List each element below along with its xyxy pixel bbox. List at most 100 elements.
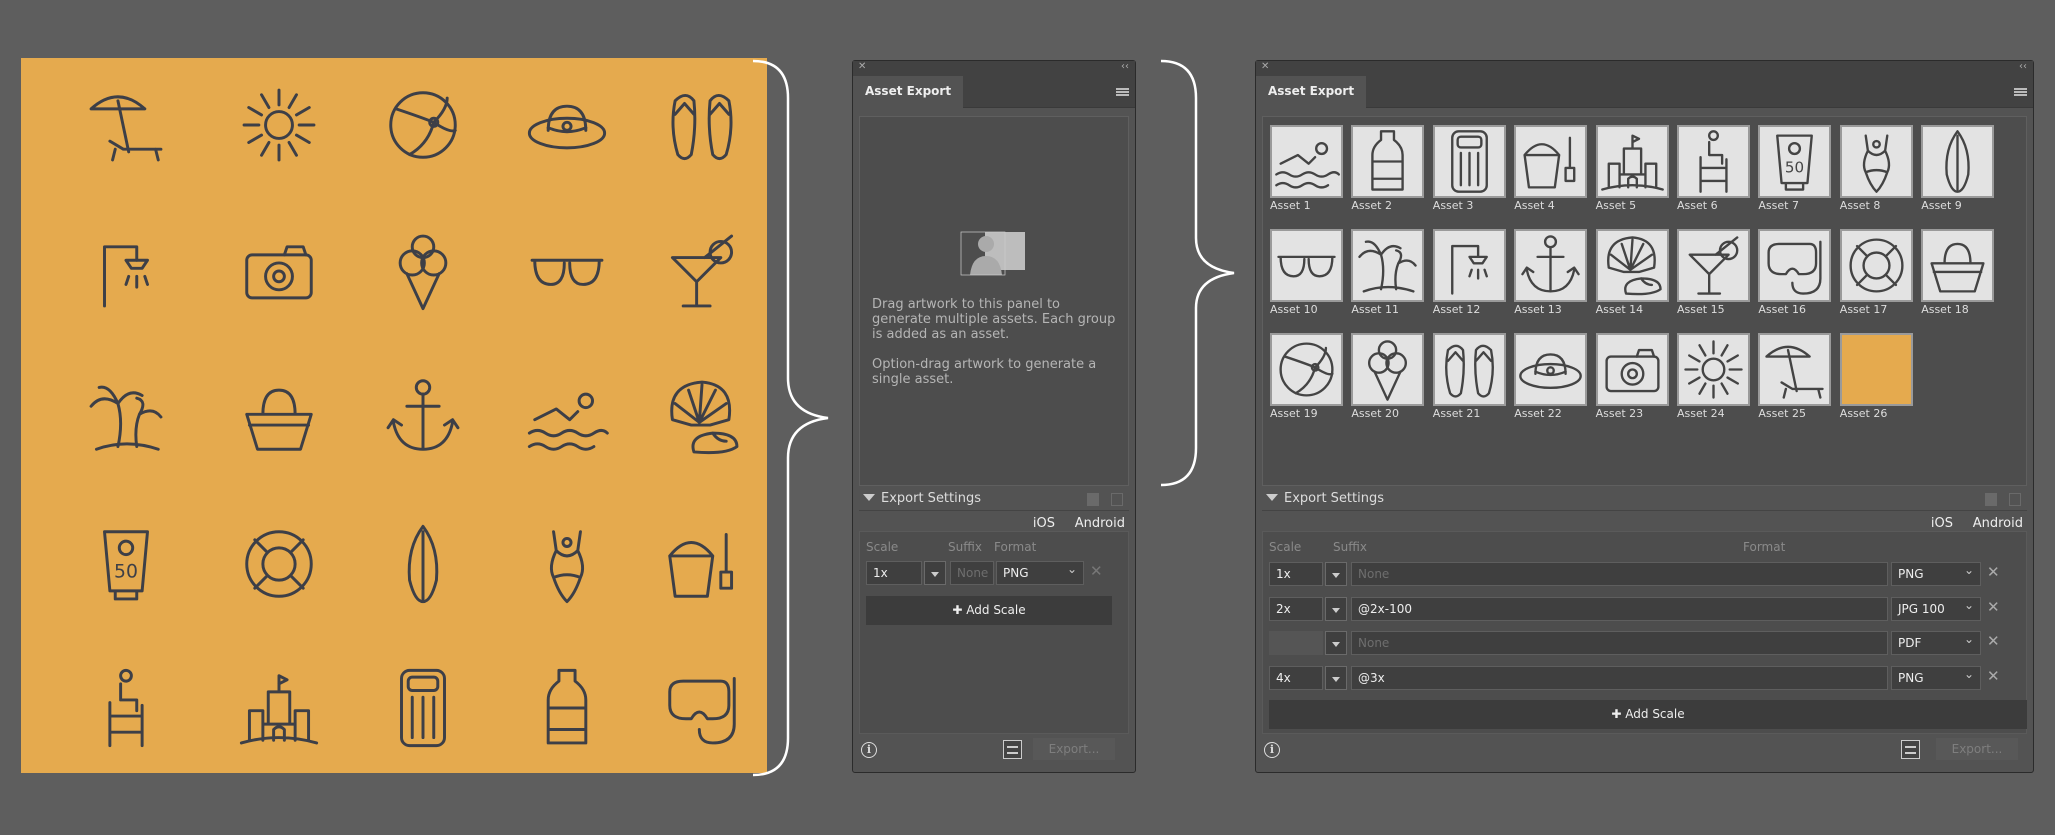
suffix-input[interactable]: @2x-100 [1351,596,1888,621]
ios-button[interactable]: iOS [1931,516,1953,531]
scale-dropdown[interactable] [924,561,946,585]
export-button[interactable]: Export... [1936,738,2018,760]
tab-asset-export[interactable]: Asset Export [853,76,964,108]
asset-thumbnail[interactable]: Asset 17 [1839,229,1913,316]
asset-thumbnail[interactable]: Asset 21 [1432,333,1506,420]
asset-thumbnail[interactable]: Asset 12 [1432,229,1506,316]
asset-name[interactable]: Asset 24 [1677,407,1750,420]
asset-thumbnail[interactable]: Asset 26 [1839,333,1913,420]
remove-scale-icon[interactable]: ✕ [1987,563,2000,581]
asset-name[interactable]: Asset 1 [1270,199,1343,212]
format-select[interactable]: PNG [996,558,1084,585]
format-select[interactable]: PNG [1891,559,1981,586]
close-icon[interactable]: ✕ [858,61,866,72]
asset-thumbnail[interactable]: Asset 24 [1677,333,1750,420]
info-icon[interactable]: i [861,742,877,758]
scale-dropdown[interactable] [1325,631,1347,655]
panel-menu-icon[interactable] [2014,88,2027,96]
asset-thumbnail[interactable]: Asset 20 [1351,333,1425,420]
asset-thumbnail[interactable]: Asset 18 [1921,229,1995,316]
collapse-icon[interactable]: ‹‹ [1121,61,1129,72]
asset-name[interactable]: Asset 5 [1596,199,1669,212]
asset-name[interactable]: Asset 2 [1351,199,1424,212]
tab-asset-export[interactable]: Asset Export [1256,76,1367,108]
android-button[interactable]: Android [1973,516,2023,531]
asset-name[interactable]: Asset 11 [1351,303,1424,316]
asset-thumbnail[interactable]: Asset 3 [1432,125,1506,212]
asset-name[interactable]: Asset 6 [1677,199,1750,212]
close-icon[interactable]: ✕ [1261,61,1269,72]
android-button[interactable]: Android [1075,516,1125,531]
export-button[interactable]: Export... [1033,738,1115,760]
remove-scale-icon[interactable]: ✕ [1987,667,2000,685]
format-select[interactable]: JPG 100 [1891,594,1981,621]
asset-thumbnail[interactable]: Asset 5 [1595,125,1669,212]
asset-name[interactable]: Asset 21 [1433,407,1506,420]
scale-dropdown[interactable] [1325,665,1347,690]
scale-input[interactable]: 1x [866,561,922,585]
asset-thumbnail[interactable]: Asset 11 [1351,229,1425,316]
remove-scale-icon[interactable]: ✕ [1987,598,2000,616]
asset-thumbnail[interactable]: Asset 4 [1514,125,1588,212]
asset-thumbnail[interactable]: Asset 22 [1514,333,1588,420]
new-asset-icon[interactable] [1985,493,1997,506]
suffix-input[interactable]: None [1351,562,1888,586]
scale-input[interactable] [1269,631,1323,655]
asset-name[interactable]: Asset 10 [1270,303,1343,316]
asset-name[interactable]: Asset 9 [1921,199,1994,212]
scale-dropdown[interactable] [1325,596,1347,621]
asset-name[interactable]: Asset 3 [1433,199,1506,212]
export-settings-header[interactable]: Export Settings [859,491,1129,511]
scale-dropdown[interactable] [1325,562,1347,586]
add-scale-button[interactable]: ✚ Add Scale [866,596,1112,625]
asset-thumbnail[interactable]: Asset 19 [1270,333,1343,420]
trash-icon[interactable] [1111,493,1123,506]
trash-icon[interactable] [2009,493,2021,506]
asset-thumbnail[interactable]: Asset 8 [1839,125,1913,212]
asset-thumbnail[interactable]: Asset 6 [1677,125,1750,212]
export-list-icon[interactable] [1003,740,1022,759]
remove-scale-icon[interactable]: ✕ [1987,632,2000,650]
scale-input[interactable]: 2x [1269,596,1323,621]
asset-name[interactable]: Asset 20 [1351,407,1424,420]
suffix-input[interactable]: None [950,561,994,585]
asset-name[interactable]: Asset 15 [1677,303,1750,316]
asset-thumbnail[interactable]: Asset 14 [1595,229,1669,316]
asset-name[interactable]: Asset 16 [1758,303,1831,316]
asset-thumbnail[interactable]: Asset 16 [1758,229,1832,316]
asset-name[interactable]: Asset 26 [1840,407,1913,420]
asset-name[interactable]: Asset 13 [1514,303,1587,316]
add-scale-button[interactable]: ✚ Add Scale [1269,700,2027,729]
asset-thumbnail[interactable]: Asset 23 [1595,333,1669,420]
asset-thumbnail[interactable]: Asset 25 [1758,333,1832,420]
asset-drop-area[interactable]: Drag artwork to this panel to generate m… [859,116,1129,486]
asset-name[interactable]: Asset 14 [1596,303,1669,316]
asset-name[interactable]: Asset 23 [1596,407,1669,420]
asset-name[interactable]: Asset 17 [1840,303,1913,316]
asset-thumbnail[interactable]: Asset 13 [1514,229,1588,316]
asset-thumbnail[interactable]: Asset 15 [1677,229,1750,316]
panel-menu-icon[interactable] [1116,88,1129,96]
asset-name[interactable]: Asset 7 [1758,199,1831,212]
suffix-input[interactable]: @3x [1351,665,1888,690]
asset-name[interactable]: Asset 12 [1433,303,1506,316]
asset-name[interactable]: Asset 4 [1514,199,1587,212]
asset-name[interactable]: Asset 18 [1921,303,1994,316]
asset-thumbnail[interactable]: Asset 2 [1351,125,1425,212]
suffix-input[interactable]: None [1351,631,1888,655]
info-icon[interactable]: i [1264,742,1280,758]
format-select[interactable]: PDF [1891,628,1981,655]
asset-name[interactable]: Asset 25 [1758,407,1831,420]
new-asset-icon[interactable] [1087,493,1099,506]
asset-name[interactable]: Asset 22 [1514,407,1587,420]
export-settings-header[interactable]: Export Settings [1262,491,2027,511]
asset-thumbnail[interactable]: Asset 1 [1270,125,1343,212]
collapse-icon[interactable]: ‹‹ [2019,61,2027,72]
asset-name[interactable]: Asset 19 [1270,407,1343,420]
asset-name[interactable]: Asset 8 [1840,199,1913,212]
remove-scale-icon[interactable]: ✕ [1090,562,1103,580]
export-list-icon[interactable] [1901,740,1920,759]
scale-input[interactable]: 1x [1269,562,1323,586]
asset-thumbnail[interactable]: Asset 9 [1921,125,1995,212]
asset-thumbnail[interactable]: 50 Asset 7 [1758,125,1832,212]
